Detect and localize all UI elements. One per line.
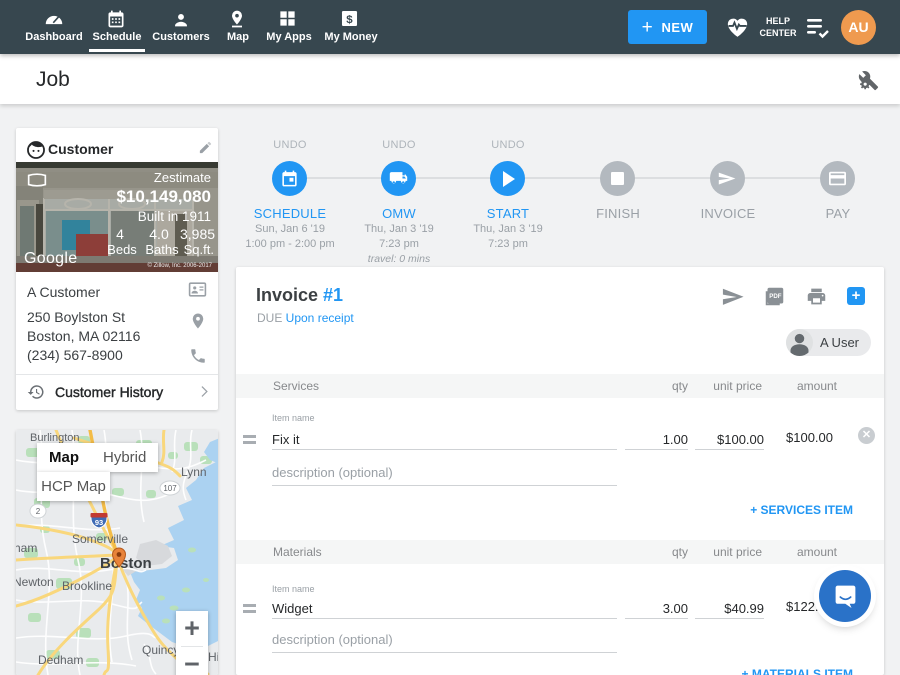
- svg-text:PDF: PDF: [769, 293, 781, 300]
- svg-text:Hi: Hi: [208, 650, 218, 664]
- svg-text:Boston: Boston: [100, 555, 152, 572]
- svg-text:2: 2: [36, 507, 41, 516]
- svg-text:Newton: Newton: [16, 575, 54, 589]
- svg-text:ham: ham: [16, 541, 37, 555]
- svg-text:93: 93: [95, 518, 103, 527]
- svg-text:Dedham: Dedham: [38, 653, 83, 667]
- svg-text:$: $: [346, 14, 353, 26]
- svg-text:Brookline: Brookline: [62, 579, 112, 593]
- svg-text:107: 107: [163, 484, 177, 493]
- svg-text:Somerville: Somerville: [72, 532, 128, 546]
- svg-text:Quincy: Quincy: [142, 643, 179, 657]
- svg-text:Lynn: Lynn: [181, 465, 207, 479]
